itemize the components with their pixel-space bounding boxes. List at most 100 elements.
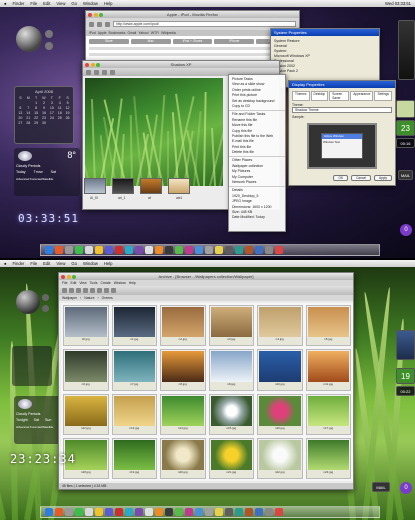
calendar-day[interactable]: 19 <box>64 111 71 115</box>
menu-item[interactable]: Help <box>104 1 113 6</box>
calendar-day[interactable]: 21 <box>25 116 32 120</box>
dock-app-icon[interactable] <box>75 508 83 516</box>
image-browser-window[interactable]: Archive - [Browser - /Wallpapers collect… <box>58 272 354 490</box>
dock-app-icon[interactable] <box>265 508 273 516</box>
system-properties-window[interactable]: System Properties System Restore General… <box>270 28 380 88</box>
display-properties-window[interactable]: Display Properties Themes Desktop Screen… <box>288 80 396 186</box>
window-titlebar[interactable]: Shadow XP <box>83 61 279 68</box>
slideshow-icon[interactable] <box>97 288 102 293</box>
thumbnail-image[interactable] <box>65 351 107 382</box>
close-icon[interactable] <box>61 274 65 279</box>
calendar-day[interactable] <box>25 101 32 105</box>
site-nav-item[interactable]: iPhone <box>214 39 255 44</box>
calendar-day[interactable]: 23 <box>41 116 48 120</box>
context-menu[interactable]: Picture Tasks View as a slide show Order p… <box>228 74 286 232</box>
thumbnail-image[interactable] <box>259 307 301 338</box>
thumbnail-cell[interactable]: n12.jpg <box>63 393 109 435</box>
menu-item[interactable]: View <box>56 1 65 6</box>
dock-app-icon[interactable] <box>175 508 183 516</box>
dock-app-icon[interactable] <box>155 246 163 254</box>
window-title[interactable]: System Properties <box>271 29 379 36</box>
mail-count-badge[interactable]: 0 <box>400 482 412 494</box>
calendar-day[interactable]: 14 <box>25 111 32 115</box>
minimize-icon[interactable] <box>90 62 95 67</box>
menu-item[interactable]: Finder <box>13 1 25 6</box>
dock-app-icon[interactable] <box>185 246 193 254</box>
menu-item[interactable]: Go <box>71 261 77 266</box>
orb-widget-icon[interactable] <box>16 26 42 52</box>
dock-app-icon[interactable] <box>105 508 113 516</box>
app-menu-item[interactable]: Edit <box>70 281 76 285</box>
orb-widget-icon[interactable] <box>16 290 40 314</box>
calendar-day[interactable] <box>48 121 55 125</box>
calendar-day[interactable]: 30 <box>41 121 48 125</box>
dock-app-icon[interactable] <box>45 508 53 516</box>
thumbnail-image[interactable] <box>65 307 107 338</box>
calendar-day[interactable]: 10 <box>48 106 55 110</box>
dock-app-icon[interactable] <box>125 508 133 516</box>
dock-app-icon[interactable] <box>95 508 103 516</box>
calendar-day[interactable]: 28 <box>25 121 32 125</box>
menu-item[interactable]: Finder <box>13 261 25 266</box>
menu-item[interactable]: Help <box>104 261 113 266</box>
reload-icon[interactable] <box>105 21 110 27</box>
rotate-icon[interactable] <box>104 288 109 293</box>
breadcrumb-item[interactable]: Nature <box>84 296 94 300</box>
up-icon[interactable] <box>76 288 81 293</box>
thumbnail-image[interactable] <box>113 439 155 470</box>
dock-app-icon[interactable] <box>85 508 93 516</box>
close-icon[interactable] <box>88 12 92 17</box>
cancel-button[interactable]: Cancel <box>351 175 372 181</box>
dock-app-icon[interactable] <box>265 246 273 254</box>
dock-app-icon[interactable] <box>175 246 183 254</box>
breadcrumb-item[interactable]: Wallpaper <box>62 296 77 300</box>
thumbnail-cell[interactable]: n1.jpg <box>111 305 157 347</box>
dock-app-icon[interactable] <box>105 246 113 254</box>
thumbnail-image[interactable] <box>162 307 204 338</box>
thumbnail-image[interactable] <box>210 307 252 338</box>
calendar-day[interactable]: 9 <box>41 106 48 110</box>
dock-app-icon[interactable] <box>85 246 93 254</box>
menu-item[interactable]: Edit <box>43 1 50 6</box>
bookmark-item[interactable]: iPod <box>89 31 96 35</box>
apple-menu-icon[interactable]: ● <box>4 261 7 266</box>
back-icon[interactable] <box>86 69 91 75</box>
thumbnail-cell[interactable]: iD.jpg <box>63 305 109 347</box>
action-icon[interactable] <box>110 69 115 75</box>
zoom-icon[interactable] <box>72 274 76 279</box>
dock-app-icon[interactable] <box>245 508 253 516</box>
menu-item[interactable]: Window <box>83 261 98 266</box>
thumbnail-cell[interactable]: n20.jpg <box>160 437 206 479</box>
calendar-day[interactable]: 27 <box>17 121 24 125</box>
dock-app-icon[interactable] <box>135 246 143 254</box>
dock-app-icon[interactable] <box>275 508 283 516</box>
context-menu-item[interactable]: Date Modified: Today <box>229 215 285 220</box>
apply-button[interactable]: Apply <box>374 175 392 181</box>
thumbnail-cell[interactable]: n9.jpg <box>208 349 254 391</box>
menubar-clock[interactable]: Wed 03:33:51 <box>385 1 411 6</box>
dock-app-icon[interactable] <box>165 508 173 516</box>
menu-item[interactable]: Edit <box>43 261 50 266</box>
window-titlebar[interactable]: Archive - [Browser - /Wallpapers collect… <box>59 273 353 280</box>
thumbnail[interactable] <box>168 178 190 194</box>
thumbnail-cell[interactable]: n23.jpg <box>305 437 351 479</box>
close-icon[interactable] <box>85 62 89 67</box>
calendar-day[interactable]: 4 <box>56 101 63 105</box>
dock-app-icon[interactable] <box>225 246 233 254</box>
thumbnail-cell[interactable]: n17.jpg <box>305 393 351 435</box>
bookmark-item[interactable]: Wikipedia <box>161 31 176 35</box>
thumbnail-image[interactable] <box>259 395 301 426</box>
back-icon[interactable] <box>62 288 67 293</box>
dock-app-icon[interactable] <box>145 508 153 516</box>
thumbnail-cell[interactable]: n2.jpg <box>160 305 206 347</box>
app-menu-item[interactable]: Create <box>101 281 111 285</box>
weather-footer[interactable]: Advanced Forecast/Satellite <box>16 177 78 181</box>
app-menu-item[interactable]: Help <box>129 281 136 285</box>
calendar-day[interactable]: 5 <box>64 101 71 105</box>
theme-select[interactable]: Shadow Theme <box>292 107 392 113</box>
calendar-day[interactable]: 6 <box>17 106 24 110</box>
thumbnail-image[interactable] <box>259 351 301 382</box>
url-field[interactable]: http://www.apple.com/ipod/ <box>113 21 296 27</box>
menu-item[interactable]: File <box>30 261 37 266</box>
thumbnail[interactable] <box>84 178 106 194</box>
